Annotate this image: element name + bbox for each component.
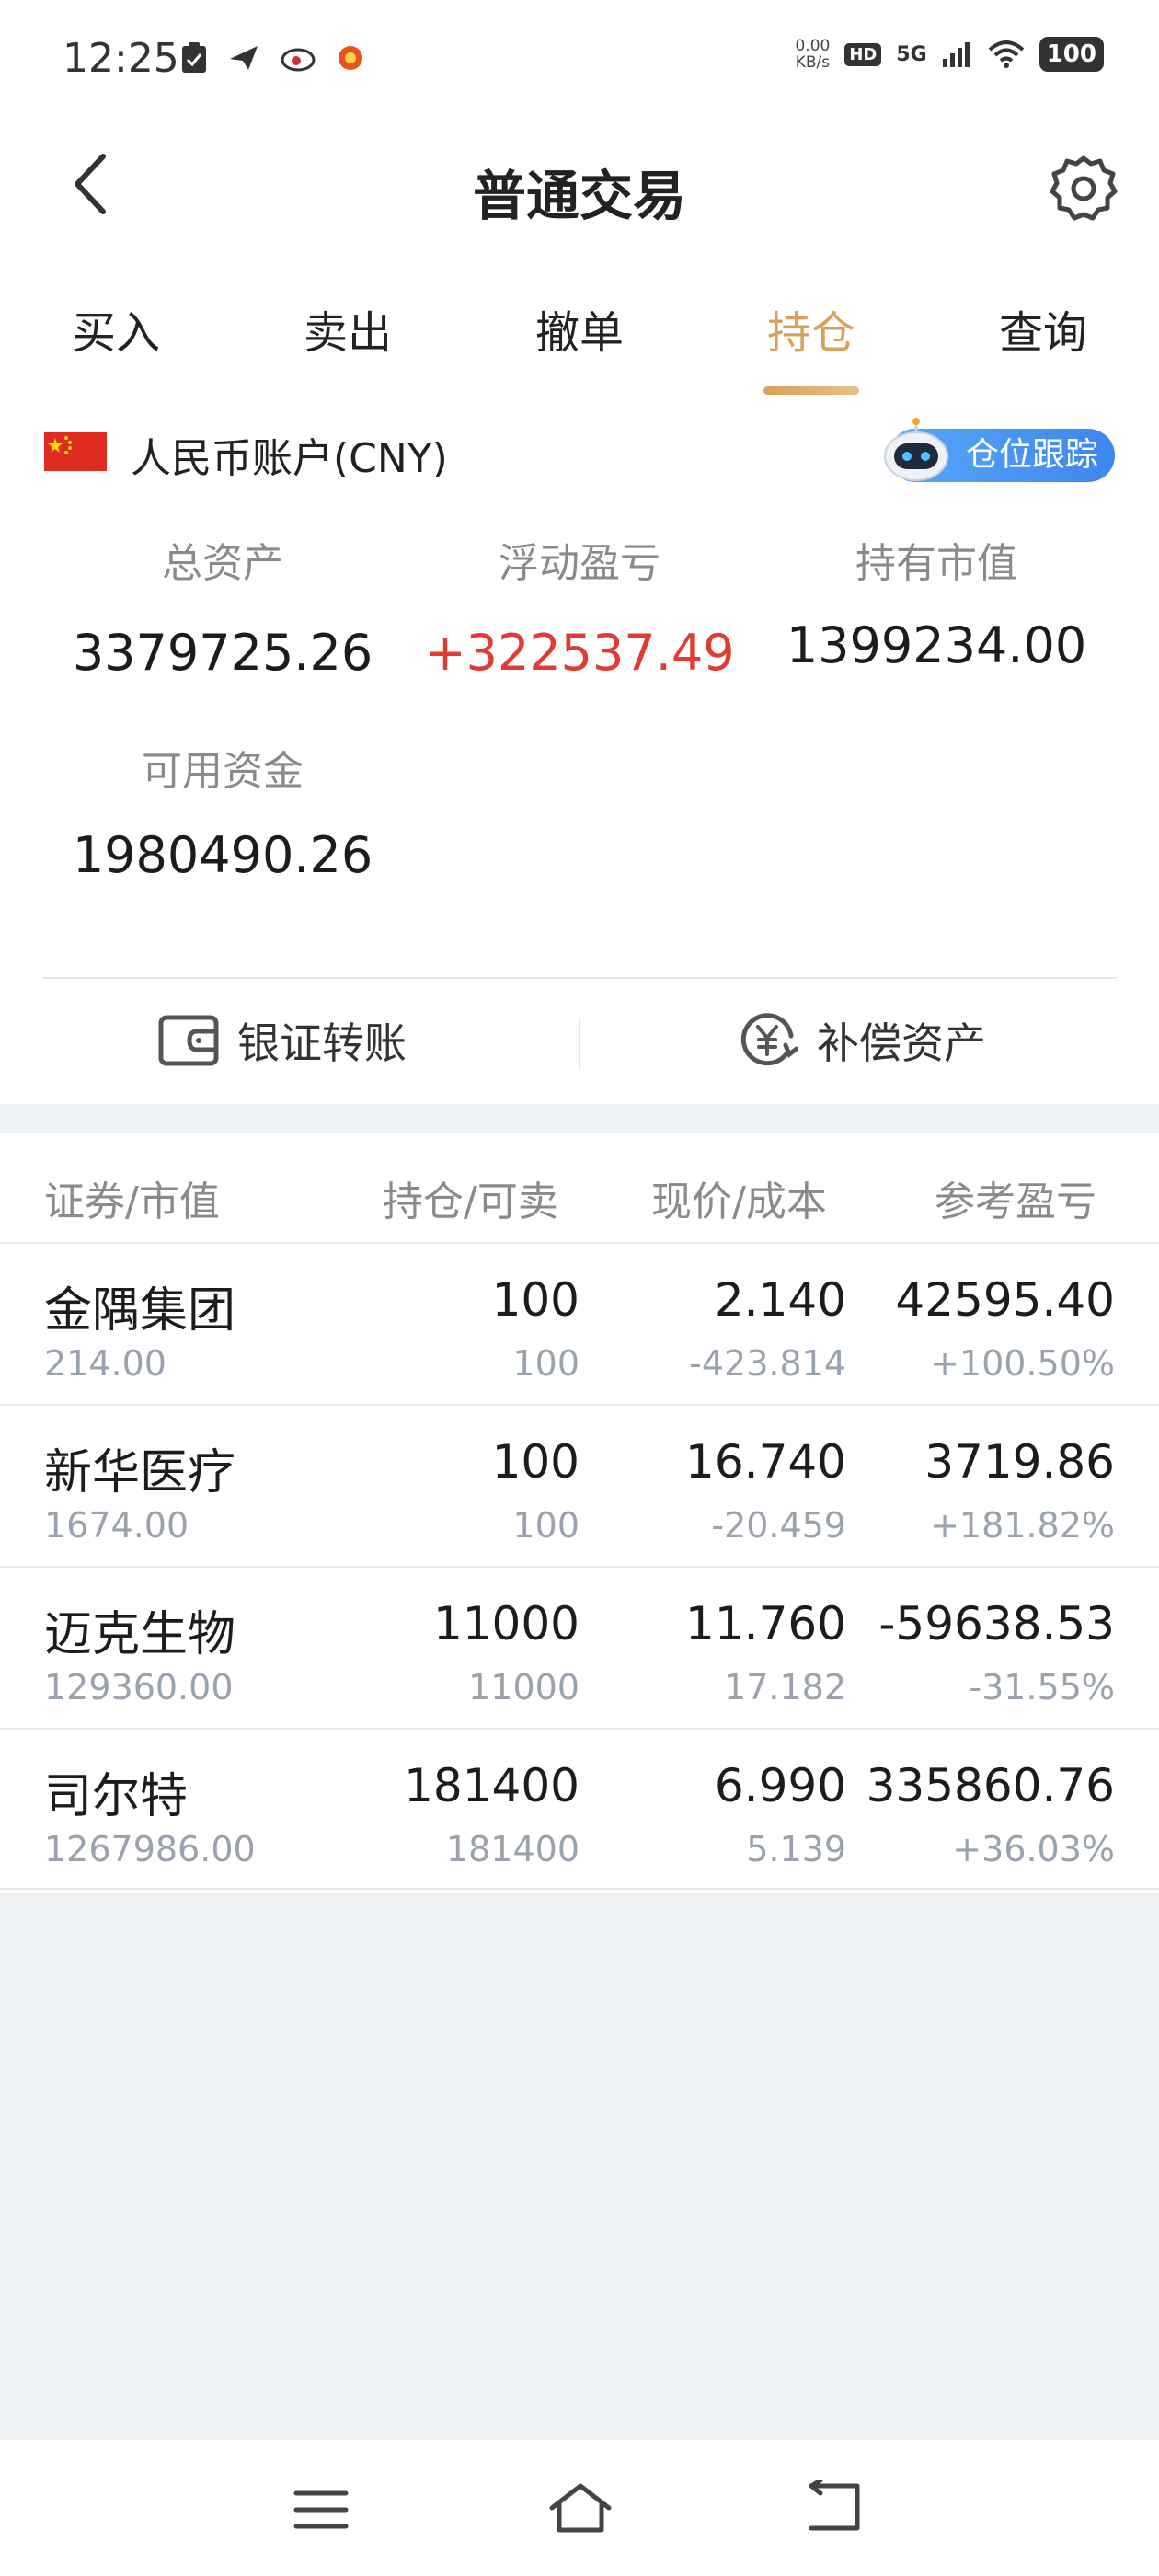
trade-tabs: 买入 卖出 撤单 持仓 查询 xyxy=(0,258,1159,396)
security-market-value: 214.00 xyxy=(44,1343,166,1384)
sina-icon xyxy=(281,48,316,72)
column-header-pl: 参考盈亏 xyxy=(935,1179,1096,1225)
available-funds-value: 1980490.26 xyxy=(72,826,373,884)
current-price: 6.990 xyxy=(714,1759,846,1812)
sellable-qty: 11000 xyxy=(468,1667,580,1708)
cost-price: 5.139 xyxy=(746,1829,846,1869)
position-qty: 100 xyxy=(491,1435,580,1489)
available-funds-label: 可用资金 xyxy=(142,748,304,795)
column-header-position: 持仓/可卖 xyxy=(383,1179,558,1225)
net-speed: 0.00 KB/s xyxy=(795,37,831,72)
position-qty: 100 xyxy=(491,1273,580,1327)
back-nav-icon[interactable] xyxy=(806,2480,865,2536)
position-qty: 11000 xyxy=(432,1597,580,1650)
table-row[interactable]: 金隅集团 214.00 100 100 2.140 -423.814 42595… xyxy=(0,1242,1159,1404)
position-qty: 181400 xyxy=(404,1759,580,1812)
security-name: 金隅集团 xyxy=(44,1283,236,1339)
status-bar: 12:25 0.00 KB/s HD 5G 100 xyxy=(0,0,1159,120)
compensation-assets-button[interactable]: 补偿资产 xyxy=(738,1010,986,1071)
account-panel: 人民币账户(CNY) 仓位跟踪 总资产 3379725.26 浮动盈亏 +322… xyxy=(0,396,1159,1104)
current-price: 16.740 xyxy=(685,1435,846,1489)
battery-icon: 100 xyxy=(1039,37,1104,72)
cost-price: 17.182 xyxy=(724,1667,846,1708)
floating-pl-value: +322537.49 xyxy=(424,624,735,682)
account-name: 人民币账户(CNY) xyxy=(131,435,448,482)
network-type: 5G xyxy=(896,42,927,66)
robot-icon xyxy=(884,418,948,481)
compensation-assets-label: 补偿资产 xyxy=(817,1018,986,1068)
tab-sell[interactable]: 卖出 xyxy=(256,296,440,361)
market-value-value: 1399234.00 xyxy=(786,616,1087,674)
sellable-qty: 100 xyxy=(512,1505,580,1546)
column-header-price: 现价/成本 xyxy=(651,1179,827,1225)
gear-icon[interactable] xyxy=(1049,153,1119,223)
market-value-label: 持有市值 xyxy=(855,540,1017,587)
status-time: 12:25 xyxy=(63,35,179,82)
app-header: 普通交易 xyxy=(0,120,1159,258)
reference-pl-pct: +36.03% xyxy=(952,1829,1115,1869)
reference-pl: -59638.53 xyxy=(878,1597,1115,1650)
system-nav-bar xyxy=(0,2440,1159,2576)
security-market-value: 1674.00 xyxy=(44,1505,189,1546)
signal-icon xyxy=(942,42,970,67)
sellable-qty: 181400 xyxy=(445,1829,580,1869)
table-row[interactable]: 新华医疗 1674.00 100 100 16.740 -20.459 3719… xyxy=(0,1404,1159,1566)
system-icons: 0.00 KB/s HD 5G 100 xyxy=(795,37,1104,72)
reference-pl: 42595.40 xyxy=(895,1273,1115,1327)
security-name: 迈克生物 xyxy=(44,1607,236,1662)
tab-query[interactable]: 查询 xyxy=(951,296,1135,361)
security-market-value: 1267986.00 xyxy=(44,1829,256,1869)
security-market-value: 129360.00 xyxy=(44,1667,234,1708)
cost-price: -20.459 xyxy=(711,1505,846,1546)
reference-pl-pct: +181.82% xyxy=(930,1505,1115,1546)
hd-icon: HD xyxy=(844,42,882,66)
tab-cancel[interactable]: 撤单 xyxy=(488,296,671,361)
menu-icon[interactable] xyxy=(293,2488,350,2532)
current-price: 11.760 xyxy=(685,1597,846,1650)
tab-positions[interactable]: 持仓 xyxy=(719,296,903,361)
home-icon[interactable] xyxy=(548,2480,613,2536)
reference-pl-pct: -31.55% xyxy=(969,1667,1115,1708)
divider xyxy=(579,1018,580,1069)
sellable-qty: 100 xyxy=(512,1343,580,1384)
reference-pl: 3719.86 xyxy=(924,1435,1115,1489)
current-price: 2.140 xyxy=(714,1273,846,1327)
table-row[interactable]: 迈克生物 129360.00 11000 11000 11.760 17.182… xyxy=(0,1566,1159,1728)
divider xyxy=(42,977,1117,979)
floating-pl-label: 浮动盈亏 xyxy=(499,540,660,587)
paper-plane-icon xyxy=(230,46,258,70)
bank-transfer-button[interactable]: 银证转账 xyxy=(158,1010,407,1071)
active-tab-indicator xyxy=(763,386,859,395)
security-name: 新华医疗 xyxy=(44,1445,236,1501)
yuan-coin-icon xyxy=(740,1013,798,1066)
page-title: 普通交易 xyxy=(472,165,686,227)
reference-pl-pct: +100.50% xyxy=(930,1343,1115,1384)
wallet-icon xyxy=(158,1015,219,1066)
wifi-icon xyxy=(988,40,1025,68)
table-row[interactable]: 司尔特 1267986.00 181400 181400 6.990 5.139… xyxy=(0,1728,1159,1890)
holdings-table: 证券/市值 持仓/可卖 现价/成本 参考盈亏 金隅集团 214.00 100 1… xyxy=(0,1133,1159,1893)
clipboard-check-icon xyxy=(182,42,206,73)
reference-pl: 335860.76 xyxy=(866,1759,1115,1812)
security-name: 司尔特 xyxy=(44,1769,189,1824)
notification-icons xyxy=(180,42,364,74)
column-header-security: 证券/市值 xyxy=(44,1179,220,1225)
total-assets-label: 总资产 xyxy=(162,540,283,587)
app-badge-icon xyxy=(339,46,362,70)
total-assets-value: 3379725.26 xyxy=(72,624,373,682)
bank-transfer-label: 银证转账 xyxy=(237,1018,407,1068)
china-flag-icon xyxy=(44,432,107,471)
tab-buy[interactable]: 买入 xyxy=(24,296,208,361)
cost-price: -423.814 xyxy=(689,1343,846,1384)
